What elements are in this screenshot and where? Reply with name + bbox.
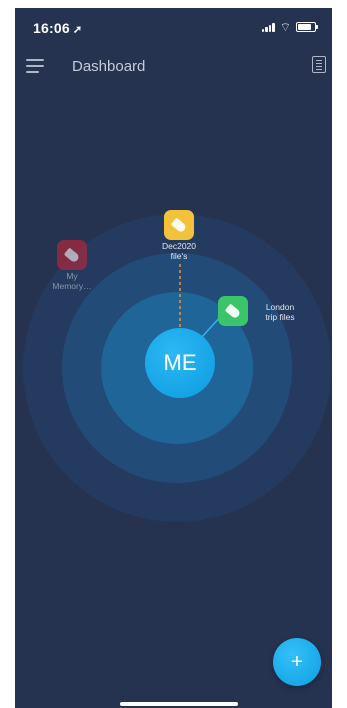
folder-london[interactable]	[218, 296, 248, 326]
tag-icon	[63, 247, 81, 263]
folder-london-label: London trip files	[265, 302, 295, 322]
folder-my-memory[interactable]	[57, 240, 87, 270]
add-button[interactable]: +	[273, 638, 321, 686]
folder-my-memory-label: My Memory…	[52, 271, 92, 291]
tag-icon	[170, 217, 188, 233]
app-screen: 16:06 ➚ ⌔ Dashboard ME Dec2020 file's Lo…	[15, 8, 332, 708]
folder-dec2020-label: Dec2020 file's	[161, 241, 197, 261]
tag-icon	[224, 303, 242, 319]
home-indicator[interactable]	[120, 702, 238, 706]
folder-dec2020[interactable]	[164, 210, 194, 240]
me-center-node[interactable]: ME	[145, 328, 215, 398]
plus-icon: +	[291, 650, 303, 673]
